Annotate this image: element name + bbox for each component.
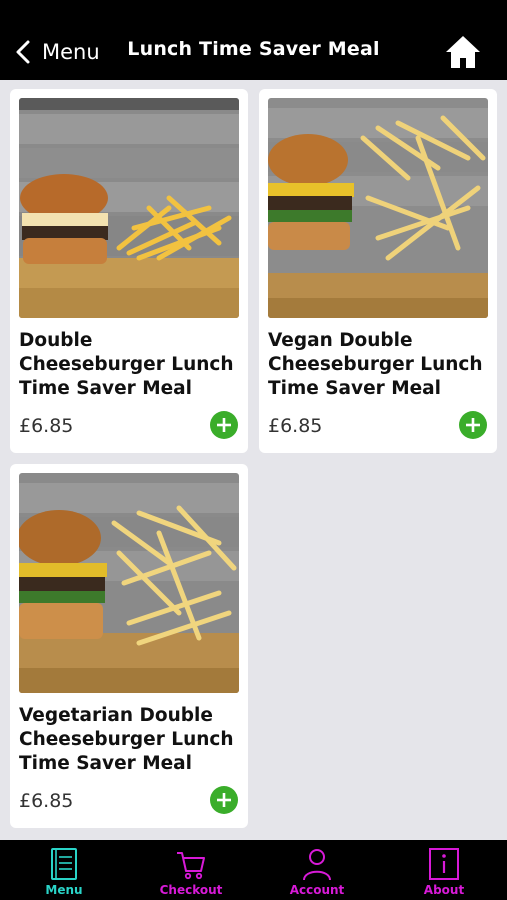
home-icon	[446, 36, 480, 68]
product-photo	[19, 98, 239, 318]
product-card[interactable]: Double Cheeseburger Lunch Time Saver Mea…	[10, 89, 248, 453]
tab-about[interactable]: About	[381, 840, 507, 900]
add-to-basket-button[interactable]	[459, 411, 487, 439]
product-photo	[19, 473, 239, 693]
add-to-basket-button[interactable]	[210, 786, 238, 814]
tab-about-label: About	[423, 883, 465, 897]
tab-menu[interactable]: Menu	[1, 840, 127, 900]
tab-account[interactable]: Account	[254, 840, 380, 900]
product-price: £6.85	[19, 790, 74, 812]
tab-account-label: Account	[289, 883, 345, 897]
bottom-tab-bar: Menu Checkout Account About	[0, 840, 507, 900]
product-name: Double Cheeseburger Lunch Time Saver Mea…	[19, 330, 234, 399]
tab-checkout-label: Checkout	[159, 883, 223, 897]
product-card[interactable]: Vegetarian Double Cheeseburger Lunch Tim…	[10, 464, 248, 828]
product-photo	[268, 98, 488, 318]
home-button[interactable]	[444, 34, 482, 70]
product-card[interactable]: Vegan Double Cheeseburger Lunch Time Sav…	[259, 89, 497, 453]
product-price: £6.85	[19, 415, 74, 437]
info-icon	[429, 848, 459, 880]
product-price: £6.85	[268, 415, 323, 437]
person-icon	[303, 849, 331, 881]
menu-book-icon	[51, 848, 77, 880]
cart-icon	[177, 852, 205, 880]
top-nav-bar: Menu Lunch Time Saver Meal	[0, 0, 507, 80]
product-name: Vegan Double Cheeseburger Lunch Time Sav…	[268, 330, 483, 399]
tab-menu-label: Menu	[45, 883, 83, 897]
page-title: Lunch Time Saver Meal	[127, 38, 380, 60]
tab-checkout[interactable]: Checkout	[128, 840, 254, 900]
add-to-basket-button[interactable]	[210, 411, 238, 439]
product-name: Vegetarian Double Cheeseburger Lunch Tim…	[19, 705, 234, 774]
